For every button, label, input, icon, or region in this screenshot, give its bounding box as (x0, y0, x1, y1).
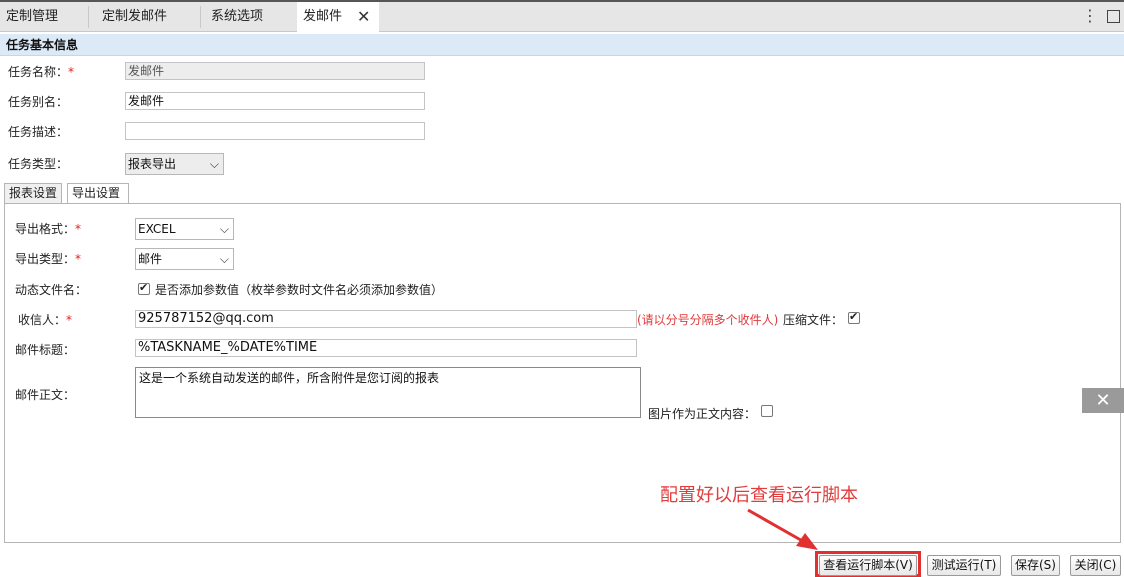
view-script-button[interactable]: 查看运行脚本(V) (819, 555, 917, 576)
close-button[interactable]: 关闭(C) (1070, 555, 1121, 576)
annotation-arrow (747, 508, 818, 550)
test-run-button[interactable]: 测试运行(T) (927, 555, 1001, 576)
save-button[interactable]: 保存(S) (1011, 555, 1060, 576)
